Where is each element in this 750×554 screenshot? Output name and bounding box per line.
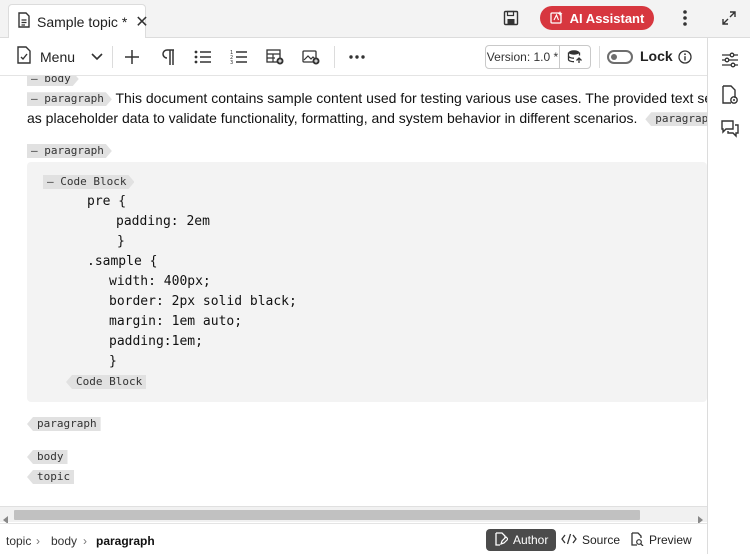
- svg-text:3: 3: [230, 60, 233, 65]
- horizontal-scrollbar[interactable]: [0, 506, 707, 524]
- preview-mode-button[interactable]: Preview: [622, 529, 700, 551]
- code-line: }: [109, 354, 117, 369]
- document-tab[interactable]: Sample topic * ✕: [8, 4, 149, 38]
- topic-end-tag[interactable]: topic: [27, 470, 75, 484]
- code-brackets-icon: [561, 533, 577, 548]
- paragraph-text-line-2: as placeholder data to validate function…: [27, 110, 638, 126]
- body-start-tag[interactable]: — body: [27, 76, 79, 86]
- numbered-list-icon[interactable]: 123: [228, 45, 250, 69]
- code-line: margin: 1em auto;: [109, 314, 243, 329]
- author-edit-icon: [494, 531, 509, 549]
- code-line: width: 400px;: [109, 274, 211, 289]
- preview-label: Preview: [649, 533, 692, 547]
- lock-toggle[interactable]: [607, 50, 633, 64]
- breadcrumb-topic[interactable]: topic: [6, 534, 31, 548]
- document-icon: [17, 12, 31, 31]
- code-line: padding: 2em: [116, 214, 210, 229]
- author-mode-button[interactable]: Author: [486, 529, 557, 551]
- right-rail: [707, 38, 750, 554]
- tab-title: Sample topic *: [37, 13, 128, 30]
- menu-label: Menu: [40, 49, 76, 65]
- version-history-icon[interactable]: [560, 46, 590, 68]
- chevron-right-icon: ›: [83, 534, 87, 548]
- save-icon[interactable]: [500, 8, 522, 28]
- editor-canvas[interactable]: — body — paragraph This document contain…: [0, 76, 707, 506]
- code-line: padding:1em;: [109, 334, 203, 349]
- insert-image-icon[interactable]: [300, 45, 322, 69]
- source-label: Source: [582, 533, 621, 547]
- codeblock-end-tag[interactable]: Code Block: [66, 375, 147, 389]
- preview-icon: [630, 531, 644, 549]
- insert-table-icon[interactable]: [264, 45, 286, 69]
- paragraph-text-line-1: This document contains sample content us…: [115, 90, 708, 106]
- expand-icon[interactable]: [718, 8, 740, 28]
- author-label: Author: [513, 533, 549, 547]
- tab-bar: Sample topic * ✕ AI Assistant: [0, 0, 750, 38]
- paragraph-start-tag[interactable]: — paragraph: [27, 144, 112, 158]
- toolbar: Menu 123: [0, 38, 707, 76]
- close-tab-icon[interactable]: ✕: [135, 12, 148, 32]
- code-line: }: [117, 234, 125, 249]
- ai-sparkle-icon: [550, 10, 564, 27]
- paragraph-end-tag[interactable]: paragraph: [645, 112, 707, 127]
- editor-app: Sample topic * ✕ AI Assistant Menu 1 2 3…: [0, 0, 750, 554]
- toolbar-divider: [334, 46, 335, 68]
- menu-doc-icon: [16, 45, 32, 69]
- more-horizontal-icon[interactable]: [346, 45, 368, 69]
- info-icon[interactable]: [676, 48, 694, 66]
- source-mode-button[interactable]: Source: [553, 529, 628, 551]
- scrollbar-thumb[interactable]: [14, 510, 640, 520]
- lock-label: Lock: [640, 48, 673, 64]
- body-end-tag[interactable]: body: [27, 450, 68, 464]
- more-vertical-icon[interactable]: [676, 8, 694, 28]
- code-line: pre {: [87, 194, 127, 209]
- paragraph-end-tag[interactable]: paragraph: [27, 417, 101, 431]
- paragraph-icon[interactable]: [157, 45, 179, 69]
- bulleted-list-icon[interactable]: [192, 45, 214, 69]
- paragraph-1[interactable]: — paragraph This document contains sampl…: [27, 88, 707, 128]
- paragraph-start-tag[interactable]: — paragraph: [27, 92, 112, 106]
- status-bar: topic › body › paragraph Author Source P…: [0, 523, 707, 554]
- comments-icon[interactable]: [720, 119, 740, 139]
- chevron-right-icon: ›: [36, 534, 40, 548]
- ai-assistant-label: AI Assistant: [569, 10, 645, 26]
- code-line: .sample {: [87, 254, 158, 269]
- settings-sliders-icon[interactable]: [720, 50, 740, 70]
- file-properties-icon[interactable]: [720, 84, 740, 106]
- insert-icon[interactable]: [121, 45, 143, 69]
- version-selector[interactable]: Version: 1.0 *: [485, 45, 591, 69]
- ai-assistant-button[interactable]: AI Assistant: [540, 6, 654, 30]
- toolbar-divider: [599, 46, 600, 68]
- chevron-down-icon: [91, 48, 103, 66]
- code-block[interactable]: — Code Block pre { padding: 2em } .sampl…: [27, 162, 707, 402]
- codeblock-start-tag[interactable]: — Code Block: [43, 175, 134, 189]
- code-line: border: 2px solid black;: [109, 294, 297, 309]
- breadcrumb-body[interactable]: body: [51, 534, 77, 548]
- breadcrumb-paragraph[interactable]: paragraph: [96, 534, 155, 548]
- menu-button[interactable]: Menu: [16, 45, 106, 69]
- version-label: Version: 1.0 *: [486, 46, 560, 68]
- toolbar-divider: [112, 46, 113, 68]
